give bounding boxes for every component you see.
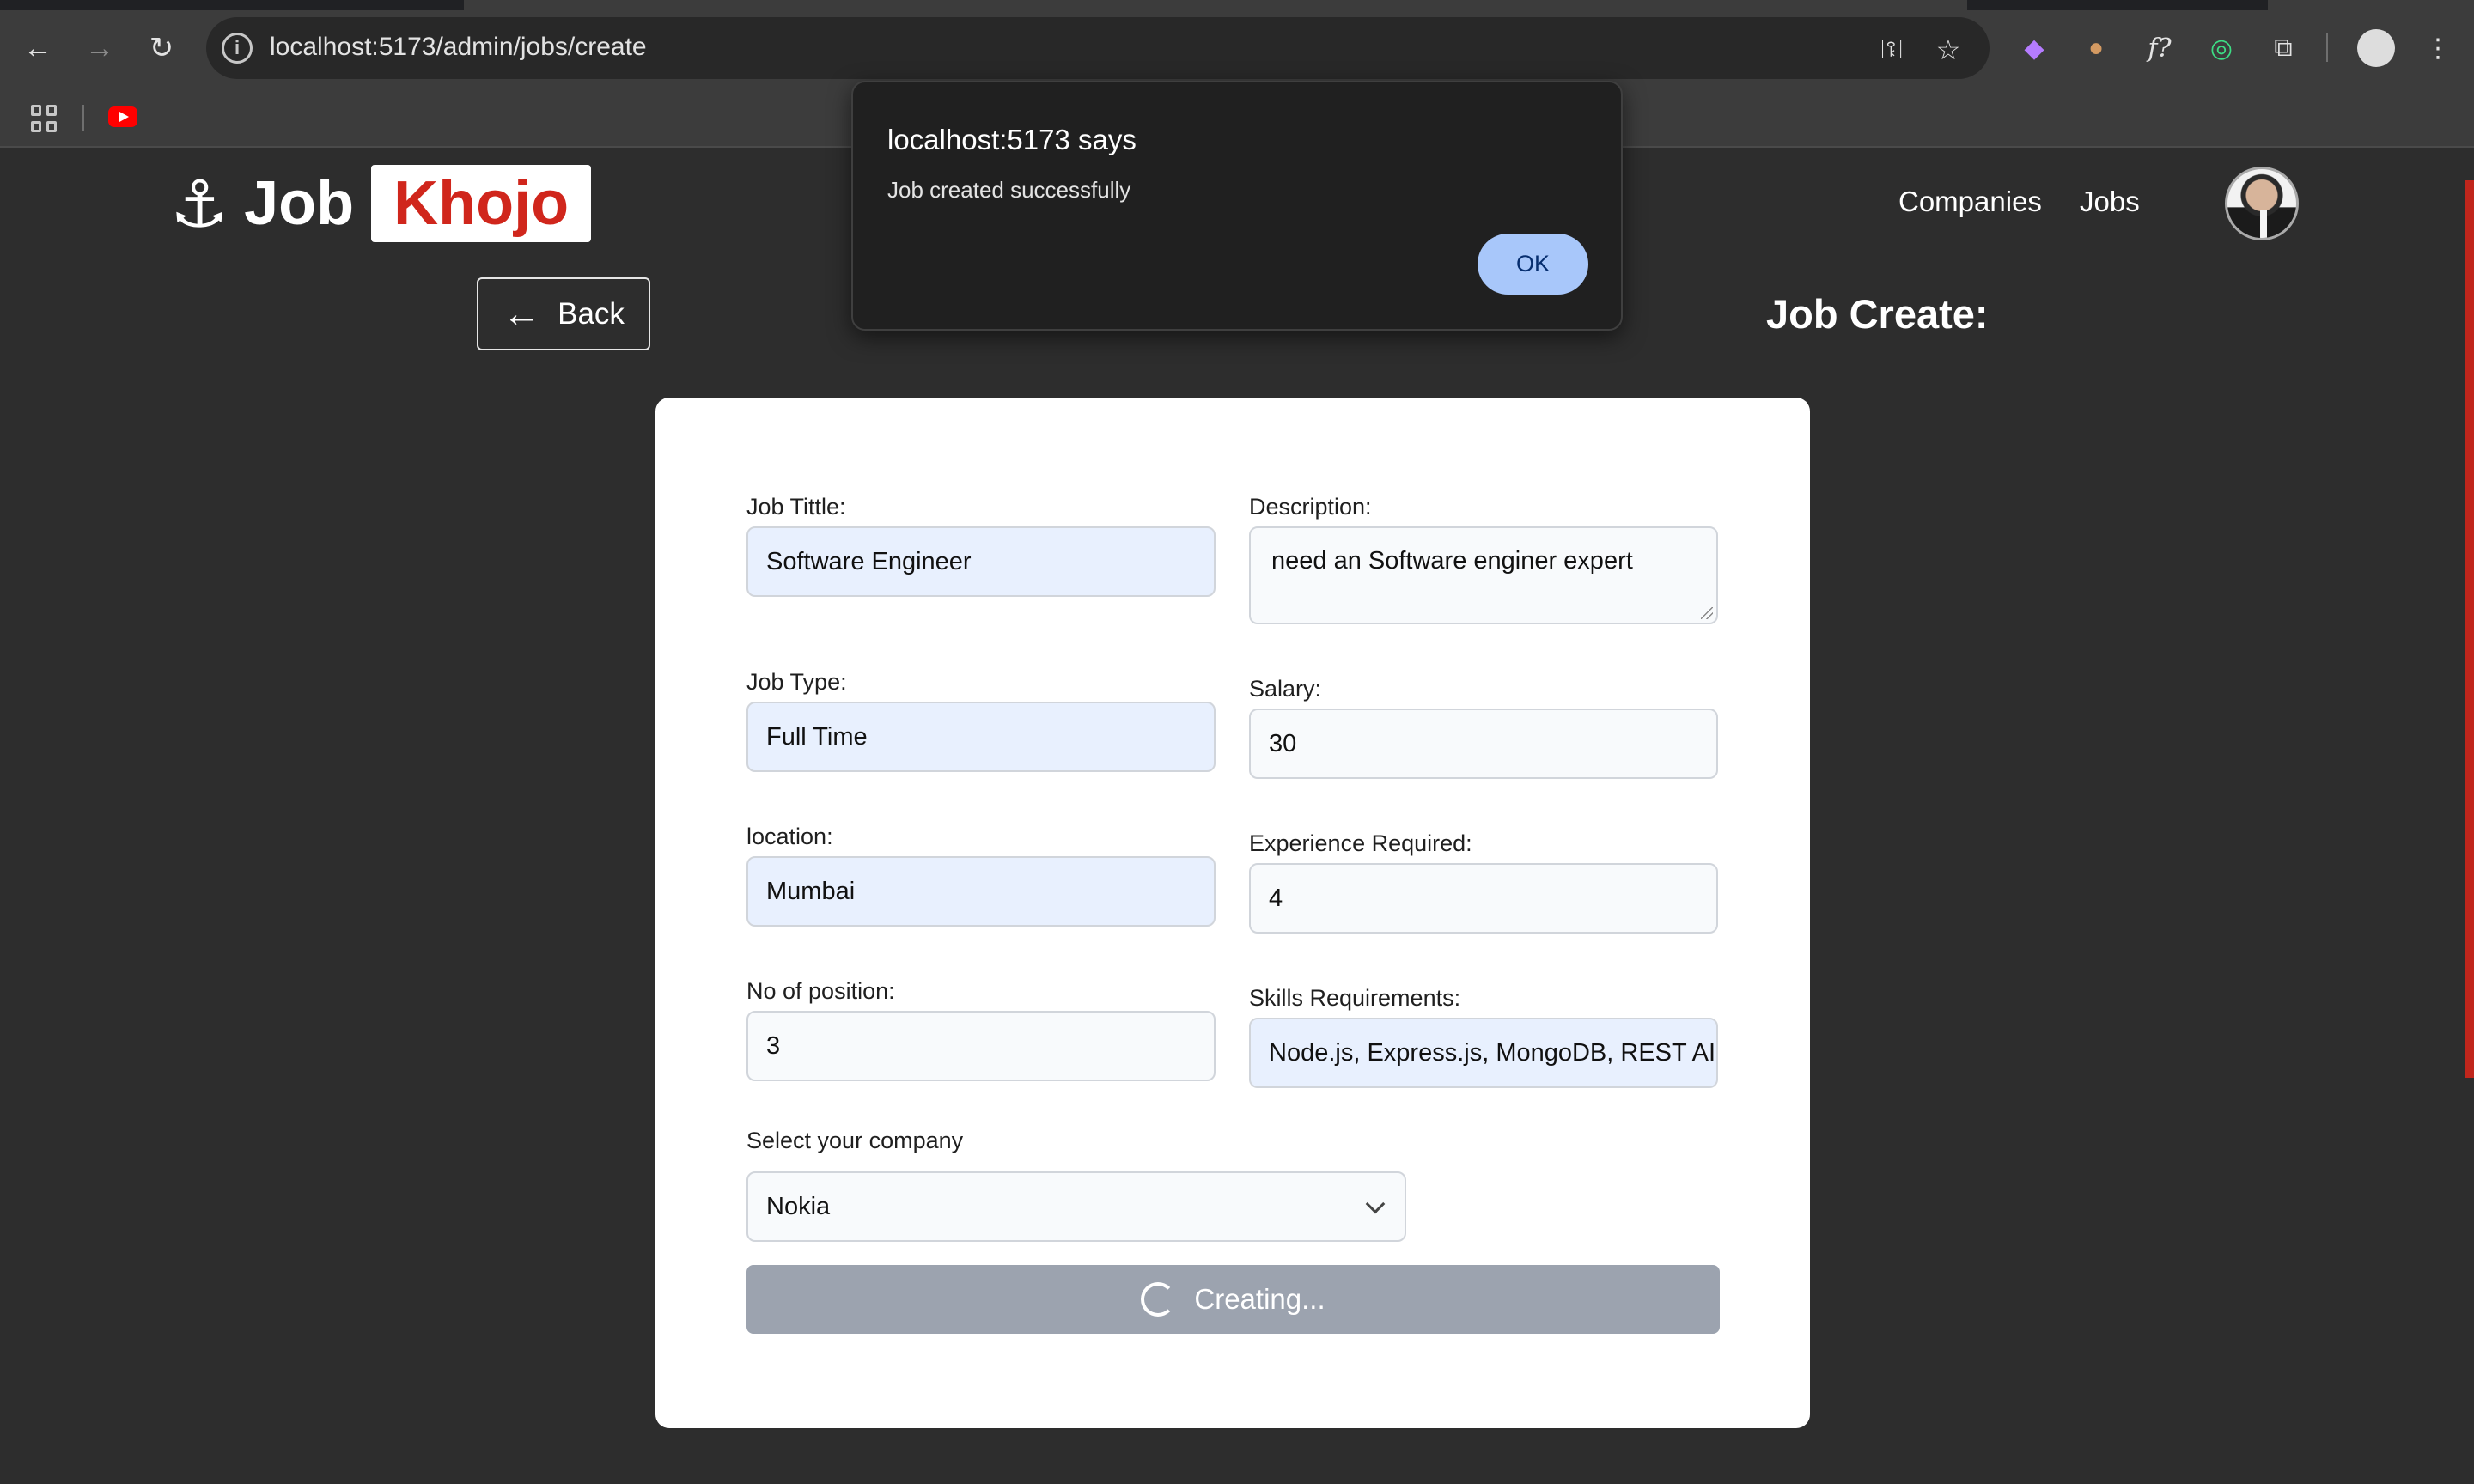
company-select-value: Nokia (766, 1193, 831, 1220)
salary-input[interactable]: 30 (1249, 709, 1718, 779)
extension-icon[interactable]: ◆ (2017, 31, 2051, 65)
skills-input[interactable]: Node.js, Express.js, MongoDB, REST AI (1249, 1018, 1718, 1088)
positions-input[interactable]: 3 (746, 1011, 1216, 1081)
resize-handle-icon[interactable] (1701, 607, 1713, 619)
apps-grid-icon[interactable] (31, 105, 58, 132)
site-info-icon[interactable]: i (222, 33, 253, 64)
chevron-down-icon (1365, 1194, 1386, 1214)
back-button[interactable]: ← Back (477, 277, 650, 350)
toolbar-divider (2326, 33, 2328, 62)
company-select[interactable]: Nokia (746, 1171, 1406, 1242)
brand-logo[interactable]: ⚓ Job Khojo (170, 165, 592, 242)
key-icon[interactable]: ⚿ (1874, 33, 1909, 67)
tab[interactable] (2268, 0, 2474, 10)
back-button-label: Back (558, 296, 625, 331)
alert-dialog: localhost:5173 says Job created successf… (851, 81, 1623, 331)
job-create-form: Job Tittle: Software Engineer Descriptio… (655, 398, 1810, 1428)
cookie-icon[interactable]: ● (2079, 31, 2113, 65)
font-icon[interactable]: f? (2142, 31, 2177, 65)
forward-arrow-icon[interactable]: → (81, 29, 119, 67)
create-job-button-label: Creating... (1194, 1283, 1325, 1315)
nav-link-jobs[interactable]: Jobs (2080, 186, 2140, 218)
page: ⚓ Job Khojo Companies Jobs ← Back Job Cr… (0, 148, 2474, 1484)
salary-label: Salary: (1249, 676, 1322, 702)
create-job-button[interactable]: Creating... (746, 1265, 1720, 1334)
address-bar[interactable]: i localhost:5173/admin/jobs/create ⚿ ☆ (206, 17, 1990, 79)
skills-label: Skills Requirements: (1249, 985, 1461, 1011)
profile-avatar[interactable] (2357, 29, 2395, 67)
job-title-input[interactable]: Software Engineer (746, 526, 1216, 597)
youtube-icon[interactable] (108, 106, 137, 127)
url-text[interactable]: localhost:5173/admin/jobs/create (270, 33, 647, 62)
arrow-left-icon: ← (503, 292, 541, 335)
description-label: Description: (1249, 494, 1372, 520)
browser-toolbar: ← → ↻ i localhost:5173/admin/jobs/create… (0, 0, 2474, 93)
alert-ok-button[interactable]: OK (1478, 234, 1588, 295)
puzzle-icon[interactable]: ⧉ (2266, 31, 2300, 65)
experience-input[interactable]: 4 (1249, 863, 1718, 934)
location-label: location: (746, 824, 833, 849)
description-value: need an Software enginer expert (1271, 547, 1633, 575)
location-input[interactable]: Mumbai (746, 856, 1216, 927)
description-textarea[interactable]: need an Software enginer expert (1249, 526, 1718, 624)
nav-link-companies[interactable]: Companies (1898, 186, 2042, 218)
positions-label: No of position: (746, 978, 895, 1004)
loading-spinner-icon (1141, 1282, 1176, 1317)
scrollbar[interactable] (2465, 180, 2474, 1078)
star-icon[interactable]: ☆ (1931, 33, 1965, 67)
anchor-icon: ⚓ (170, 167, 229, 241)
tab-strip (0, 0, 2474, 10)
reload-icon[interactable]: ↻ (143, 29, 180, 67)
page-title: Job Create: (1766, 291, 1989, 337)
target-icon[interactable]: ◎ (2204, 31, 2239, 65)
active-tab[interactable] (464, 0, 1967, 10)
job-type-input[interactable]: Full Time (746, 702, 1216, 772)
alert-title: localhost:5173 says (887, 124, 1136, 155)
job-type-label: Job Type: (746, 669, 847, 695)
experience-label: Experience Required: (1249, 830, 1472, 856)
job-title-label: Job Tittle: (746, 494, 846, 520)
logo-khojo-text: Khojo (371, 165, 592, 242)
bookmark-divider (82, 105, 84, 131)
alert-message: Job created successfully (887, 177, 1131, 203)
user-avatar[interactable] (2225, 167, 2299, 240)
back-arrow-icon[interactable]: ← (19, 29, 57, 67)
company-label: Select your company (746, 1128, 964, 1153)
kebab-menu-icon[interactable]: ⋮ (2421, 31, 2455, 65)
logo-job-text: Job (244, 169, 355, 238)
